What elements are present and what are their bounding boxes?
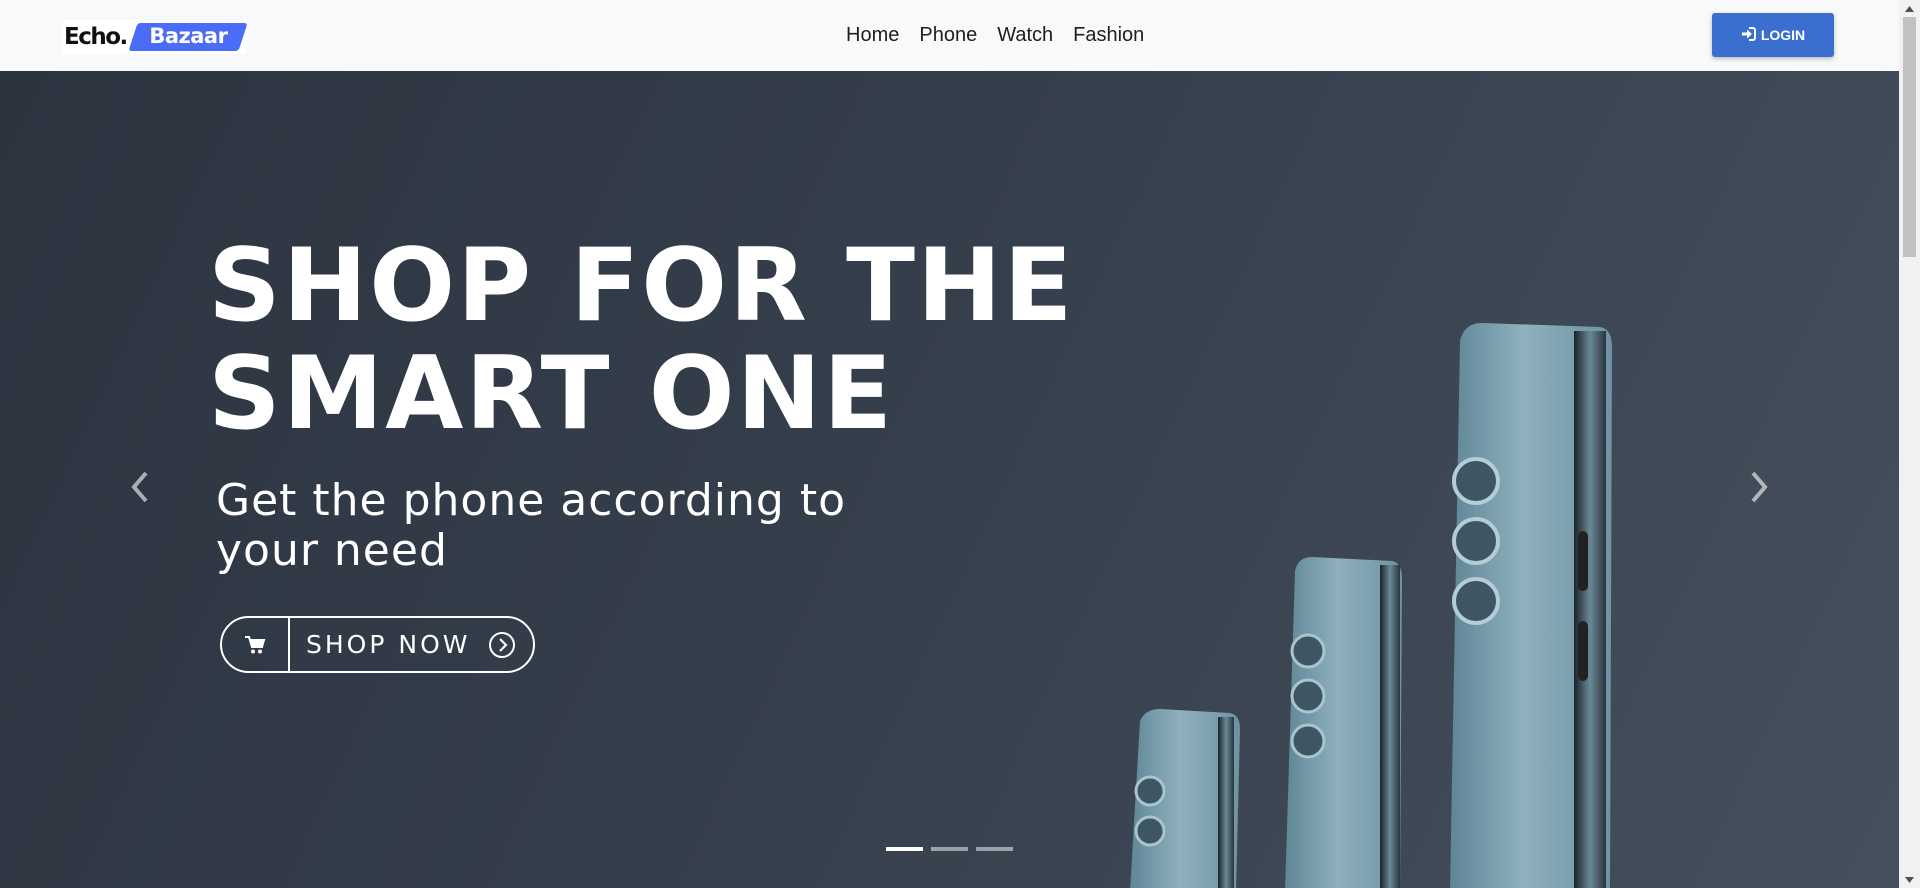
- carousel-indicator-2[interactable]: [931, 847, 968, 851]
- shop-now-label: SHOP NOW: [306, 630, 471, 659]
- hero-title: SHOP FOR THE SMART ONE: [208, 231, 1075, 447]
- carousel-indicator-1[interactable]: [886, 847, 923, 851]
- brand-logo[interactable]: Echo. Bazaar: [63, 20, 248, 54]
- scrollbar-thumb[interactable]: [1903, 17, 1916, 257]
- carousel-prev-button[interactable]: [120, 457, 160, 517]
- sign-in-icon: [1741, 26, 1756, 44]
- hero-phones-image: [1130, 323, 1612, 888]
- login-label: LOGIN: [1760, 27, 1806, 43]
- carousel-next-button[interactable]: [1739, 457, 1779, 517]
- cart-icon: [222, 618, 290, 671]
- page-scrollbar[interactable]: [1899, 0, 1920, 888]
- chevron-left-icon: [131, 471, 148, 503]
- logo-bazaar-text: Bazaar: [149, 24, 228, 48]
- hero-title-line-1: SHOP FOR THE: [208, 226, 1075, 344]
- scroll-up-arrow-icon[interactable]: [1899, 0, 1920, 17]
- chevron-right-icon: [1751, 471, 1768, 503]
- nav-link-phone[interactable]: Phone: [909, 22, 987, 48]
- hero-carousel: SHOP FOR THE SMART ONE Get the phone acc…: [0, 71, 1899, 888]
- nav-link-home[interactable]: Home: [836, 22, 909, 48]
- login-button[interactable]: LOGIN: [1712, 13, 1834, 57]
- shop-now-button[interactable]: SHOP NOW: [220, 616, 535, 673]
- logo-bazaar-badge: Bazaar: [128, 23, 248, 51]
- hero-subtitle: Get the phone according to your need: [216, 475, 846, 576]
- hero-title-line-2: SMART ONE: [208, 334, 895, 452]
- scroll-down-arrow-icon[interactable]: [1899, 871, 1920, 888]
- main-nav: Home Phone Watch Fashion: [836, 22, 1154, 48]
- circle-arrow-right-icon: [488, 631, 516, 659]
- carousel-indicators: [886, 847, 1013, 851]
- logo-echo-text: Echo.: [64, 24, 128, 50]
- carousel-indicator-3[interactable]: [976, 847, 1013, 851]
- nav-link-watch[interactable]: Watch: [987, 22, 1063, 48]
- navbar: Echo. Bazaar Home Phone Watch Fashion LO…: [0, 0, 1899, 71]
- nav-link-fashion[interactable]: Fashion: [1063, 22, 1154, 48]
